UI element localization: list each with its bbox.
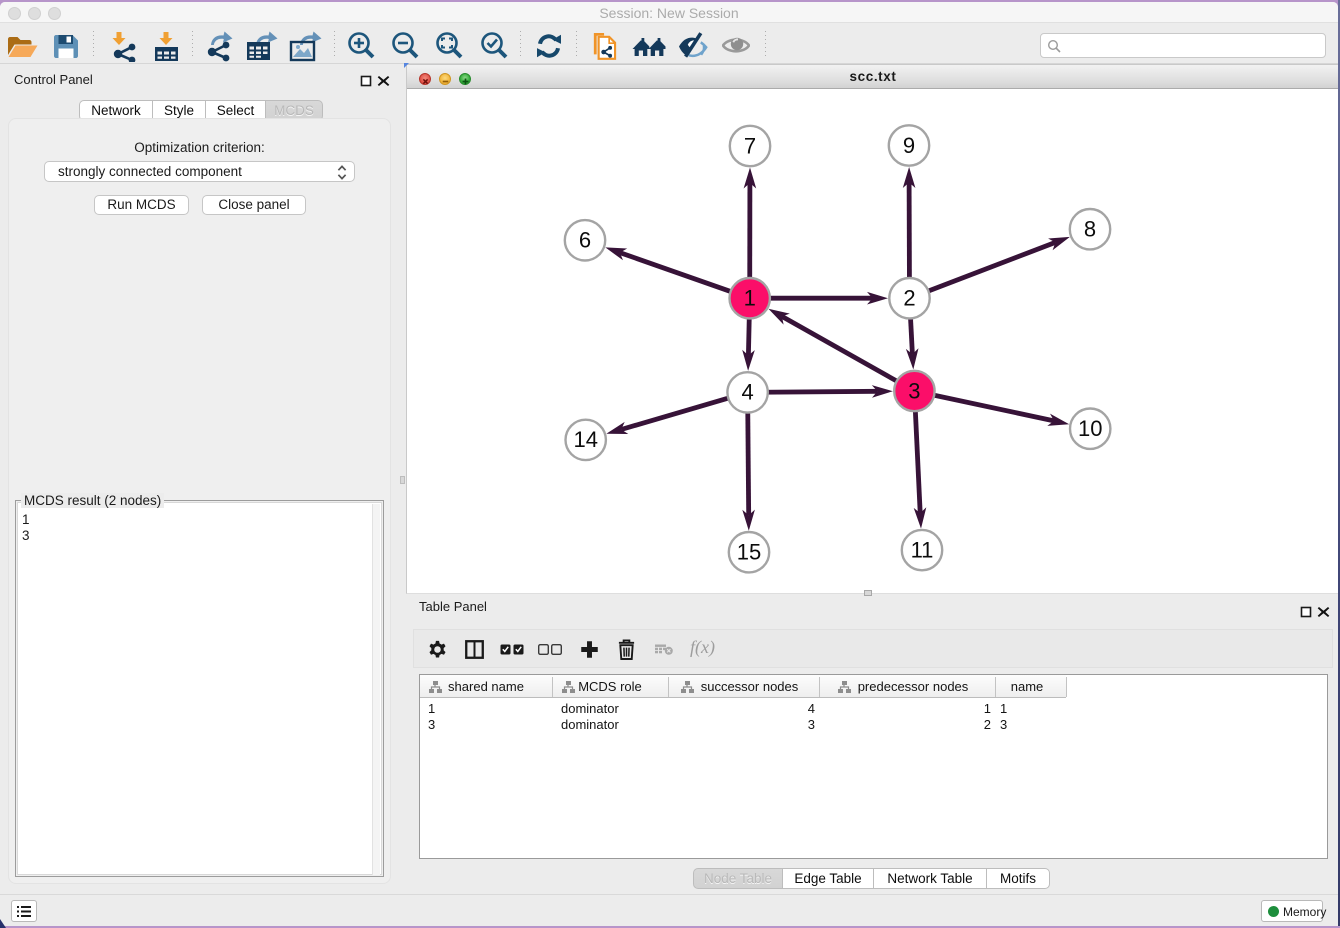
svg-text:3: 3 <box>908 378 920 403</box>
svg-text:8: 8 <box>1084 216 1096 241</box>
svg-text:2: 2 <box>903 285 915 310</box>
svg-text:14: 14 <box>573 427 597 452</box>
svg-text:4: 4 <box>741 379 753 404</box>
svg-text:10: 10 <box>1078 416 1102 441</box>
svg-text:6: 6 <box>579 227 591 252</box>
svg-text:1: 1 <box>744 285 756 310</box>
svg-text:7: 7 <box>744 133 756 158</box>
svg-text:15: 15 <box>737 539 761 564</box>
svg-text:11: 11 <box>911 537 934 562</box>
svg-text:9: 9 <box>903 132 915 157</box>
